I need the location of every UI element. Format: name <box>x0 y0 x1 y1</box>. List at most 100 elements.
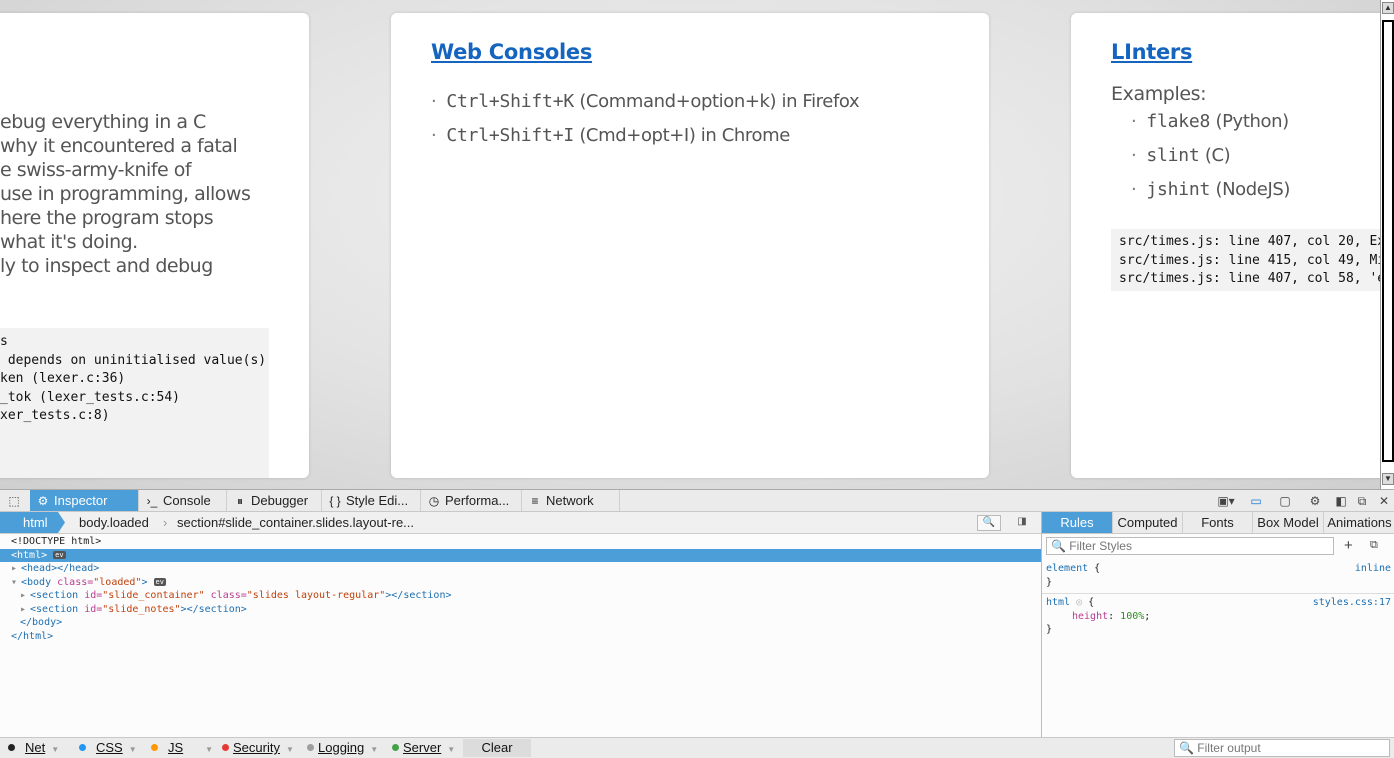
filter-css-button[interactable]: CSS ▼ <box>79 739 137 757</box>
tree-node-body-close[interactable]: </body> <box>0 616 1041 630</box>
event-badge[interactable]: ev <box>153 577 166 586</box>
sidebar-tabs: Rules Computed Fonts Box Model Animation… <box>1042 512 1394 534</box>
security-dot-icon <box>222 744 229 751</box>
screenshot-icon[interactable]: ▢ <box>1277 493 1293 509</box>
filter-logging-button[interactable]: Logging ▼ <box>307 739 378 757</box>
tree-node-doctype[interactable]: <!DOCTYPE html> <box>0 535 1041 549</box>
tab-style-editor[interactable]: { } Style Edi... <box>322 490 421 511</box>
element-picker-icon[interactable]: ⬚ <box>6 493 22 509</box>
tab-box-model[interactable]: Box Model <box>1253 512 1324 533</box>
rule-source[interactable]: inline <box>1355 562 1391 576</box>
bullet-code: Ctrl+Shift+K <box>446 91 574 112</box>
right-code-block: src/times.js: line 407, col 20, Expe src/… <box>1111 229 1380 291</box>
chevron-down-icon[interactable]: ▼ <box>51 745 59 754</box>
markup-tree: <!DOCTYPE html> <html> ev ▸ <head></head>… <box>0 535 1041 737</box>
toggle-pseudo-class-icon[interactable]: ⧉ <box>1370 539 1378 552</box>
tab-computed[interactable]: Computed <box>1113 512 1183 533</box>
performance-icon: ◷ <box>428 494 440 508</box>
bullet-list: Ctrl+Shift+K (Command+option+k) in Firef… <box>431 85 859 153</box>
breadcrumb: html body.loaded › section#slide_contain… <box>0 512 1041 534</box>
chevron-down-icon[interactable]: ▼ <box>205 745 213 754</box>
tab-label: Inspector <box>54 493 108 508</box>
rule-source[interactable]: styles.css:17 <box>1313 596 1391 610</box>
breadcrumb-html[interactable]: html <box>0 512 65 533</box>
expand-arrow-icon[interactable]: ▸ <box>20 603 30 617</box>
rule-html[interactable]: html ◎ { styles.css:17 <box>1046 596 1391 610</box>
bullet-text: (Cmd+opt+I) in Chrome <box>579 125 790 146</box>
search-icon: 🔍 <box>1179 741 1194 755</box>
dock-side-icon[interactable]: ◧ <box>1333 493 1349 509</box>
paragraph-line: use in programming, allows <box>0 183 251 205</box>
bullet-text: (C) <box>1204 145 1231 166</box>
bullet-text: (Python) <box>1215 111 1289 132</box>
rules-sidebar: Rules Computed Fonts Box Model Animation… <box>1041 512 1394 737</box>
code-line: src/times.js: line 407, col 20, Expe <box>1119 234 1380 249</box>
filter-styles-input[interactable]: 🔍 Filter Styles <box>1046 537 1334 555</box>
tab-animations[interactable]: Animations <box>1324 512 1394 533</box>
breadcrumb-section[interactable]: section#slide_container.slides.layout-re… <box>177 512 414 533</box>
slide-web-consoles: Web Consoles Ctrl+Shift+K (Command+optio… <box>391 13 989 478</box>
slide-title[interactable]: LInters <box>1111 40 1192 64</box>
tree-node-html[interactable]: <html> ev <box>0 548 1041 562</box>
tab-rules[interactable]: Rules <box>1042 512 1113 533</box>
bullet-list: flake8 (Python) slint (C) jshint (NodeJS… <box>1131 105 1290 207</box>
code-line: depends on uninitialised value(s) <box>0 352 267 368</box>
tree-node-body[interactable]: ▾ <body class="loaded"> ev <box>0 576 1041 590</box>
expand-arrow-icon[interactable]: ▸ <box>20 589 30 603</box>
rules-list: element { inline } html ◎ { styles.css:1… <box>1042 562 1394 637</box>
tab-inspector[interactable]: ⚙ Inspector <box>30 490 139 511</box>
breadcrumb-chevron-icon: › <box>163 515 168 530</box>
inspector-icon: ⚙ <box>37 494 49 508</box>
clear-button[interactable]: Clear <box>463 739 531 757</box>
undock-window-icon[interactable]: ⧉ <box>1354 493 1370 509</box>
responsive-design-icon[interactable]: ▭ <box>1248 493 1264 509</box>
frame-select-icon[interactable]: ▣▾ <box>1214 493 1238 509</box>
code-line: ken (lexer.c:36) <box>0 371 126 386</box>
slide-title[interactable]: Web Consoles <box>431 40 592 64</box>
breadcrumb-body[interactable]: body.loaded <box>79 512 149 533</box>
scrollbar-thumb[interactable] <box>1382 20 1394 462</box>
collapse-arrow-icon[interactable]: ▾ <box>11 576 21 590</box>
tab-console[interactable]: ›_ Console <box>139 490 227 511</box>
chevron-down-icon[interactable]: ▼ <box>447 745 455 754</box>
logging-dot-icon <box>307 744 314 751</box>
search-icon: 🔍 <box>1051 539 1066 553</box>
close-icon[interactable]: ✕ <box>1376 493 1392 509</box>
rule-declaration[interactable]: height: 100%; <box>1046 610 1391 624</box>
tree-node-section-slide-container[interactable]: ▸ <section id="slide_container" class="sl… <box>0 589 1041 603</box>
event-badge[interactable]: ev <box>53 550 66 559</box>
tab-network[interactable]: ≡ Network <box>522 490 620 511</box>
settings-gear-icon[interactable]: ⚙ <box>1307 493 1323 509</box>
chevron-down-icon[interactable]: ▼ <box>129 745 137 754</box>
chevron-down-icon[interactable]: ▼ <box>370 745 378 754</box>
filter-output-input[interactable]: 🔍 Filter output <box>1174 739 1390 757</box>
console-filter-bar: Net ▼ CSS ▼ JS ▼ Security ▼ Logging ▼ Server ▼… <box>0 737 1394 758</box>
tab-debugger[interactable]: ⏸ Debugger <box>227 490 322 511</box>
tree-node-head[interactable]: ▸ <head></head> <box>0 562 1041 576</box>
vertical-scrollbar[interactable]: ▲ ▼ <box>1380 0 1394 489</box>
tree-node-html-close[interactable]: </html> <box>0 630 1041 644</box>
filter-security-button[interactable]: Security ▼ <box>222 739 294 757</box>
add-rule-icon[interactable]: + <box>1344 537 1353 554</box>
bullet-code: slint <box>1146 145 1200 166</box>
scroll-down-icon[interactable]: ▼ <box>1382 473 1394 485</box>
tab-fonts[interactable]: Fonts <box>1183 512 1253 533</box>
scroll-up-icon[interactable]: ▲ <box>1382 2 1394 14</box>
highlight-selector-icon[interactable]: ◎ <box>1076 597 1082 608</box>
filter-js-button[interactable]: JS ▼ <box>151 739 213 757</box>
bullet-code: jshint <box>1146 179 1211 200</box>
server-dot-icon <box>392 744 399 751</box>
style-editor-icon: { } <box>329 494 341 508</box>
chevron-down-icon[interactable]: ▼ <box>286 745 294 754</box>
filter-server-button[interactable]: Server ▼ <box>392 739 455 757</box>
toggle-sidebar-icon[interactable]: ◨ <box>1010 515 1034 531</box>
tab-label: Network <box>546 493 594 508</box>
filter-net-button[interactable]: Net ▼ <box>8 739 59 757</box>
rule-element[interactable]: element { inline <box>1046 562 1391 576</box>
expand-arrow-icon[interactable]: ▸ <box>11 562 21 576</box>
paragraph-line: here the program stops <box>0 207 214 229</box>
tree-node-section-slide-notes[interactable]: ▸ <section id="slide_notes"></section> <box>0 603 1041 617</box>
search-icon[interactable]: 🔍 <box>977 515 1001 531</box>
code-line: src/times.js: line 415, col 49, Miss <box>1119 252 1380 268</box>
tab-performance[interactable]: ◷ Performa... <box>421 490 522 511</box>
